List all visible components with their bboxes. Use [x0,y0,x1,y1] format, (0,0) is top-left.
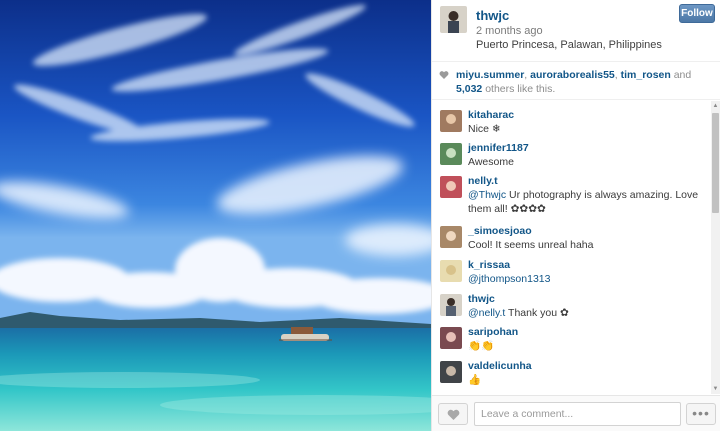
follow-button[interactable]: Follow [679,4,715,23]
commenter-avatar[interactable] [440,361,462,383]
comment-mention[interactable]: @Thwjc [468,189,506,201]
likes-suffix: others like this. [485,83,556,95]
comment-item: jennifer1187 Awesome [432,134,720,169]
liker-link[interactable]: auroraborealis55 [530,69,615,81]
comment-item: thwjc @nelly.t Thank you ✿ [432,287,720,320]
commenter-avatar[interactable] [440,176,462,198]
likes-and: and [673,69,692,81]
comment-text: Thank you ✿ [505,307,569,319]
comment-username[interactable]: thwjc [468,293,720,306]
comment-username[interactable]: k_rissaa [468,259,720,272]
comments-scrollbar[interactable]: ▲ ▼ [711,101,720,394]
comment-item: k_rissaa @jthompson1313 [432,253,720,287]
comment-text: Awesome [468,156,514,168]
commenter-avatar[interactable] [440,294,462,316]
comment-username[interactable]: saripohan [468,326,720,339]
likes-summary: miyu.summer, auroraborealis55, tim_rosen… [432,62,720,100]
heart-icon [447,409,460,420]
comment-username[interactable]: valdelicunha [468,360,720,373]
comment-item: saripohan 👏👏 [432,320,720,354]
comment-text: 👏👏 [468,340,495,352]
commenter-avatar[interactable] [440,110,462,132]
more-options-button[interactable]: ••• [686,403,716,425]
commenter-avatar[interactable] [440,226,462,248]
commenter-avatar[interactable] [440,260,462,282]
likes-count[interactable]: 5,032 [456,83,482,95]
comment-item: valdelicunha 👍 [432,354,720,388]
commenter-avatar[interactable] [440,143,462,165]
comment-mention[interactable]: @jthompson1313 [468,273,550,285]
liker-link[interactable]: miyu.summer [456,69,524,81]
comment-item: _simoesjoao Cool! It seems unreal haha [432,219,720,253]
comments-list[interactable]: kitaharac Nice ❄ jennifer1187 Awesome ne… [432,101,720,394]
comment-username[interactable]: kitaharac [468,109,720,122]
liker-link[interactable]: tim_rosen [621,69,671,81]
scroll-up-arrow-icon[interactable]: ▲ [712,102,719,110]
heart-icon [439,71,449,79]
comment-footer: ••• [432,395,720,431]
comment-username[interactable]: jennifer1187 [468,142,720,155]
comment-item: nelly.t @Thwjc Ur photography is always … [432,169,720,219]
comment-item: kitaharac Nice ❄ [432,101,720,135]
owner-username[interactable]: thwjc [476,8,509,23]
instagram-post-modal: thwjc 2 months ago Puerto Princesa, Pala… [0,0,720,431]
post-header: thwjc 2 months ago Puerto Princesa, Pala… [432,0,720,62]
comment-input[interactable] [474,402,681,426]
post-location[interactable]: Puerto Princesa, Palawan, Philippines [476,39,662,51]
comment-mention[interactable]: @nelly.t [468,307,505,319]
post-details-panel: thwjc 2 months ago Puerto Princesa, Pala… [431,0,720,431]
post-photo[interactable] [0,0,431,431]
comment-text: Cool! It seems unreal haha [468,239,594,251]
scroll-down-arrow-icon[interactable]: ▼ [712,385,719,393]
comment-username[interactable]: _simoesjoao [468,225,720,238]
like-button[interactable] [438,403,468,425]
scrollbar-thumb[interactable] [712,113,719,213]
beach-landscape-image [0,0,431,431]
post-timestamp[interactable]: 2 months ago [476,25,543,37]
comment-text: 👍 [468,374,482,386]
owner-avatar[interactable] [440,6,467,33]
comment-username[interactable]: nelly.t [468,175,720,188]
commenter-avatar[interactable] [440,327,462,349]
